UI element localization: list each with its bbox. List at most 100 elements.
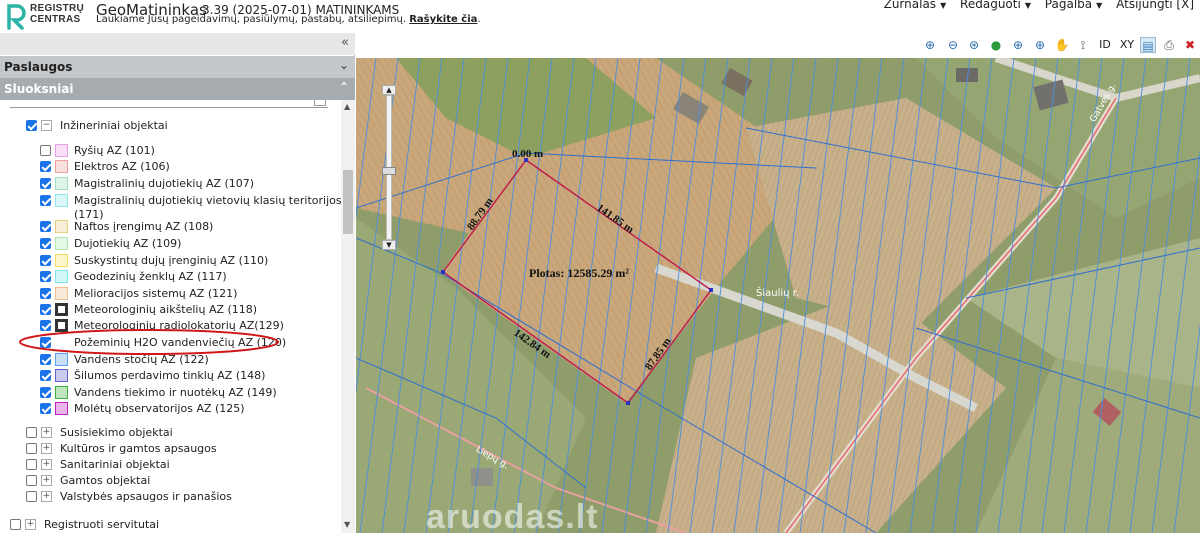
layer-item: Geodezinių ženklų AZ (117): [40, 269, 340, 285]
layer-checkbox[interactable]: [40, 145, 51, 156]
layer-label: Šilumos perdavimo tinklų AZ (148): [74, 369, 266, 382]
registru-centras-logo[interactable]: REGISTRŲ CENTRAS: [6, 1, 88, 31]
collapse-icon[interactable]: −: [41, 120, 52, 131]
print-icon[interactable]: ⎙: [1161, 37, 1177, 53]
section-label: Paslaugos: [4, 60, 73, 74]
group-label: Registruoti servitutai: [44, 518, 160, 531]
group-checkbox[interactable]: [10, 519, 21, 530]
zoom-slider-up-icon[interactable]: ▲: [382, 85, 396, 95]
group-checkbox[interactable]: [26, 491, 37, 502]
layer-checkbox[interactable]: [40, 195, 51, 206]
zoom-slider-down-icon[interactable]: ▼: [382, 240, 396, 250]
menu-redaguoti[interactable]: Redaguoti ▼: [960, 0, 1031, 11]
layers-toggle-icon[interactable]: ▤: [1140, 37, 1156, 53]
zoom-next-icon[interactable]: ⊕: [1032, 37, 1048, 53]
layer-item: Magistralinių dujotiekių AZ (107): [40, 176, 340, 192]
zoom-in-icon[interactable]: ⊕: [922, 37, 938, 53]
scroll-up-icon[interactable]: ▲: [344, 102, 350, 111]
section-paslaugos[interactable]: Paslaugos ⌄: [0, 56, 355, 78]
expand-icon[interactable]: +: [41, 475, 52, 486]
group-label: Valstybės apsaugos ir panašios: [60, 490, 232, 503]
panel-collapse-bar: «: [0, 33, 355, 55]
id-tool-button[interactable]: ID: [1096, 37, 1114, 53]
corner-label: 0.00 m: [512, 148, 544, 160]
menu-atsijungti[interactable]: Atsijungti [X]: [1116, 0, 1194, 11]
layer-checkbox[interactable]: [40, 370, 51, 381]
layer-legend-icon: [55, 220, 68, 233]
layer-legend-icon: [55, 369, 68, 382]
layer-checkbox[interactable]: [40, 221, 51, 232]
group-checkbox[interactable]: [26, 459, 37, 470]
feedback-link[interactable]: Rašykite čia: [409, 14, 477, 25]
layer-label: Magistralinių dujotiekių AZ (107): [74, 177, 255, 190]
logo-line2: CENTRAS: [30, 14, 81, 25]
scroll-thumb[interactable]: [343, 170, 353, 234]
layer-legend-icon: [55, 270, 68, 283]
layer-checkbox[interactable]: [40, 255, 51, 266]
layer-checkbox[interactable]: [40, 161, 51, 172]
layer-checkbox[interactable]: [40, 403, 51, 414]
xy-tool-button[interactable]: XY: [1117, 37, 1137, 53]
layers-scrollbar[interactable]: ▲ ▼: [341, 100, 355, 533]
chevron-double-down-icon[interactable]: ⌄: [339, 58, 349, 72]
group-checkbox[interactable]: [26, 427, 37, 438]
collapse-left-icon[interactable]: «: [341, 35, 349, 50]
layer-checkbox[interactable]: [40, 238, 51, 249]
zoom-slider-handle[interactable]: [382, 167, 396, 175]
close-icon[interactable]: ✖: [1182, 37, 1198, 53]
layer-label: Suskystintų dujų įrenginių AZ (110): [74, 254, 269, 267]
layer-opacity-slider[interactable]: [10, 100, 328, 108]
layer-label: Molėtų observatorijos AZ (125): [74, 402, 245, 415]
zoom-slider[interactable]: ▲ ▼: [382, 85, 396, 250]
expand-icon[interactable]: +: [41, 427, 52, 438]
group-checkbox[interactable]: [26, 443, 37, 454]
layer-label: Ryšių AZ (101): [74, 144, 155, 157]
zoom-extent-icon[interactable]: ⊛: [966, 37, 982, 53]
globe-icon[interactable]: ●: [988, 37, 1004, 53]
layer-label: Dujotiekių AZ (109): [74, 237, 182, 250]
group-label: Sanitariniai objektai: [60, 458, 170, 471]
zoom-previous-icon[interactable]: ⊕: [1010, 37, 1026, 53]
layer-item: Dujotiekių AZ (109): [40, 236, 340, 252]
layer-item: Vandens tiekimo ir nuotėkų AZ (149): [40, 385, 340, 401]
subtitle-text: Laukiame Jūsų pageidavimų, pasiūlymų, pa…: [96, 14, 407, 25]
info-icon[interactable]: ⟟: [1075, 37, 1091, 53]
zoom-out-icon[interactable]: ⊖: [945, 37, 961, 53]
menu-pagalba[interactable]: Pagalba ▼: [1045, 0, 1102, 11]
layer-item: Melioracijos sistemų AZ (121): [40, 286, 340, 302]
expand-icon[interactable]: +: [41, 491, 52, 502]
layer-item: Šilumos perdavimo tinklų AZ (148): [40, 368, 340, 384]
layer-legend-icon: [55, 254, 68, 267]
layer-checkbox[interactable]: [40, 288, 51, 299]
chevron-double-up-icon[interactable]: ⌃: [339, 80, 349, 94]
logo-icon: [7, 4, 26, 30]
section-sluoksniai[interactable]: Sluoksniai ⌃: [0, 78, 355, 100]
menu-zurnalas[interactable]: Žurnalas ▼: [884, 0, 947, 11]
pan-hand-icon[interactable]: ✋: [1054, 37, 1070, 53]
opacity-handle[interactable]: [314, 100, 326, 106]
layer-label: Geodezinių ženklų AZ (117): [74, 270, 227, 283]
group-checkbox[interactable]: [26, 475, 37, 486]
layer-legend-icon: [55, 160, 68, 173]
expand-icon[interactable]: +: [41, 459, 52, 470]
layer-legend-icon: [55, 402, 68, 415]
map-toolbar: ⊕ ⊖ ⊛ ● ⊕ ⊕ ✋ ⟟ ID XY ▤ ⎙ ✖: [356, 33, 1200, 58]
layer-checkbox[interactable]: [40, 304, 51, 315]
scroll-down-icon[interactable]: ▼: [344, 520, 350, 529]
top-menu: Žurnalas ▼ Redaguoti ▼ Pagalba ▼ Atsijungti…: [874, 0, 1194, 11]
map-canvas[interactable]: 0.00 m 88.79 m 141.85 m 142.84 m 87.85 m…: [356, 58, 1200, 533]
expand-icon[interactable]: +: [41, 443, 52, 454]
group-label: Gamtos objektai: [60, 474, 151, 487]
app-subtitle: Laukiame Jūsų pageidavimų, pasiūlymų, pa…: [96, 14, 481, 25]
layer-label: Melioracijos sistemų AZ (121): [74, 287, 238, 300]
layer-checkbox[interactable]: [40, 178, 51, 189]
group-checkbox[interactable]: [26, 120, 37, 131]
layer-label: Vandens tiekimo ir nuotėkų AZ (149): [74, 386, 277, 399]
expand-icon[interactable]: +: [25, 519, 36, 530]
layer-checkbox[interactable]: [40, 271, 51, 282]
logo-line1: REGISTRŲ: [30, 3, 85, 14]
layer-checkbox[interactable]: [40, 387, 51, 398]
layer-item: Molėtų observatorijos AZ (125): [40, 401, 340, 417]
layer-legend-icon: [55, 194, 68, 207]
layer-item: Suskystintų dujų įrenginių AZ (110): [40, 253, 340, 269]
